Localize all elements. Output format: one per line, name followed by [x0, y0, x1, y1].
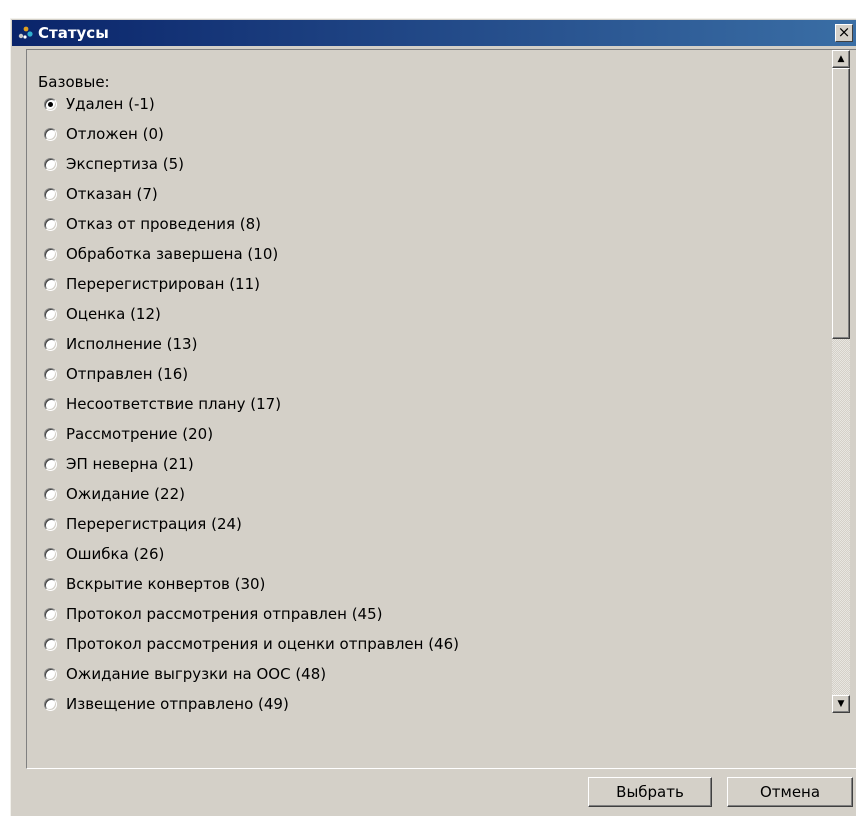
radio-label: ЭП неверна (21) — [66, 455, 194, 473]
scroll-thumb[interactable] — [832, 68, 850, 339]
status-radio-item[interactable]: Протокол рассмотрения и оценки отправлен… — [44, 629, 459, 659]
radio-button[interactable] — [44, 277, 57, 291]
status-radio-item[interactable]: Ожидание (22) — [44, 479, 459, 509]
status-radio-list: Удален (-1) Отложен (0) Экспертиза (5) Отка… — [44, 95, 459, 713]
status-radio-item[interactable]: Ошибка (26) — [44, 539, 459, 569]
radio-button[interactable] — [44, 667, 57, 681]
radio-button[interactable] — [44, 607, 57, 621]
status-radio-item[interactable]: ЭП неверна (21) — [44, 449, 459, 479]
vertical-scrollbar[interactable]: ▲ ▼ — [832, 50, 850, 713]
radio-label: Исполнение (13) — [66, 335, 198, 353]
radio-button[interactable] — [44, 577, 57, 591]
radio-button[interactable] — [44, 547, 57, 561]
window-title: Статусы — [38, 24, 109, 42]
status-radio-item[interactable]: Оценка (12) — [44, 299, 459, 329]
status-radio-item[interactable]: Несоответствие плану (17) — [44, 389, 459, 419]
status-radio-item[interactable]: Удален (-1) — [44, 89, 459, 119]
radio-label: Извещение отправлено (49) — [66, 695, 289, 713]
radio-label: Ожидание выгрузки на ООС (48) — [66, 665, 327, 683]
status-radio-item[interactable]: Отправлен (16) — [44, 359, 459, 389]
radio-button[interactable] — [44, 367, 57, 381]
status-radio-item[interactable]: Извещение отправлено (49) — [44, 689, 459, 713]
radio-button[interactable] — [44, 157, 57, 171]
radio-label: Оценка (12) — [66, 305, 161, 323]
radio-label: Удален (-1) — [66, 95, 155, 113]
select-button[interactable]: Выбрать — [588, 777, 712, 807]
scroll-down-button[interactable]: ▼ — [832, 695, 850, 713]
radio-label: Протокол рассмотрения отправлен (45) — [66, 605, 383, 623]
status-radio-item[interactable]: Отказ от проведения (8) — [44, 209, 459, 239]
radio-button[interactable] — [44, 427, 57, 441]
title-bar[interactable]: Статусы × — [12, 20, 856, 46]
app-icon — [18, 26, 33, 39]
radio-label: Рассмотрение (20) — [66, 425, 214, 443]
radio-button[interactable] — [44, 247, 57, 261]
radio-label: Отказ от проведения (8) — [66, 215, 261, 233]
arrow-down-icon: ▼ — [837, 699, 845, 709]
radio-button[interactable] — [44, 397, 57, 411]
radio-button[interactable] — [44, 637, 57, 651]
radio-button[interactable] — [44, 487, 57, 501]
radio-button[interactable] — [44, 217, 57, 231]
status-radio-item[interactable]: Перерегистрирован (11) — [44, 269, 459, 299]
arrow-up-icon: ▲ — [837, 54, 845, 64]
status-list-area: Базовые: Удален (-1) Отложен (0) Экспертиз… — [28, 51, 830, 713]
radio-label: Экспертиза (5) — [66, 155, 185, 173]
radio-button[interactable] — [44, 457, 57, 471]
radio-label: Протокол рассмотрения и оценки отправлен… — [66, 635, 459, 653]
radio-label: Ошибка (26) — [66, 545, 165, 563]
radio-label: Ожидание (22) — [66, 485, 185, 503]
radio-button[interactable] — [44, 307, 57, 321]
radio-label: Отправлен (16) — [66, 365, 189, 383]
radio-label: Отказан (7) — [66, 185, 158, 203]
radio-button[interactable] — [44, 127, 57, 141]
status-radio-item[interactable]: Обработка завершена (10) — [44, 239, 459, 269]
radio-label: Обработка завершена (10) — [66, 245, 279, 263]
radio-label: Перерегистрирован (11) — [66, 275, 260, 293]
close-icon: × — [837, 23, 851, 41]
status-radio-item[interactable]: Отказан (7) — [44, 179, 459, 209]
radio-button[interactable] — [44, 187, 57, 201]
status-radio-item[interactable]: Исполнение (13) — [44, 329, 459, 359]
status-radio-item[interactable]: Ожидание выгрузки на ООС (48) — [44, 659, 459, 689]
close-button[interactable]: × — [835, 24, 853, 42]
statuses-panel: Базовые: Удален (-1) Отложен (0) Экспертиз… — [26, 49, 856, 769]
radio-label: Несоответствие плану (17) — [66, 395, 282, 413]
status-radio-item[interactable]: Перерегистрация (24) — [44, 509, 459, 539]
radio-button[interactable] — [44, 697, 57, 711]
scroll-up-button[interactable]: ▲ — [832, 50, 850, 68]
statuses-dialog: Статусы × Базовые: Удален (-1) Отложен (0… — [10, 18, 856, 816]
radio-button[interactable] — [44, 337, 57, 351]
radio-label: Вскрытие конвертов (30) — [66, 575, 266, 593]
radio-label: Отложен (0) — [66, 125, 164, 143]
radio-button[interactable] — [44, 97, 57, 111]
status-radio-item[interactable]: Рассмотрение (20) — [44, 419, 459, 449]
radio-label: Перерегистрация (24) — [66, 515, 242, 533]
status-radio-item[interactable]: Протокол рассмотрения отправлен (45) — [44, 599, 459, 629]
radio-button[interactable] — [44, 517, 57, 531]
cancel-button[interactable]: Отмена — [727, 777, 853, 807]
status-radio-item[interactable]: Вскрытие конвертов (30) — [44, 569, 459, 599]
status-radio-item[interactable]: Отложен (0) — [44, 119, 459, 149]
status-radio-item[interactable]: Экспертиза (5) — [44, 149, 459, 179]
